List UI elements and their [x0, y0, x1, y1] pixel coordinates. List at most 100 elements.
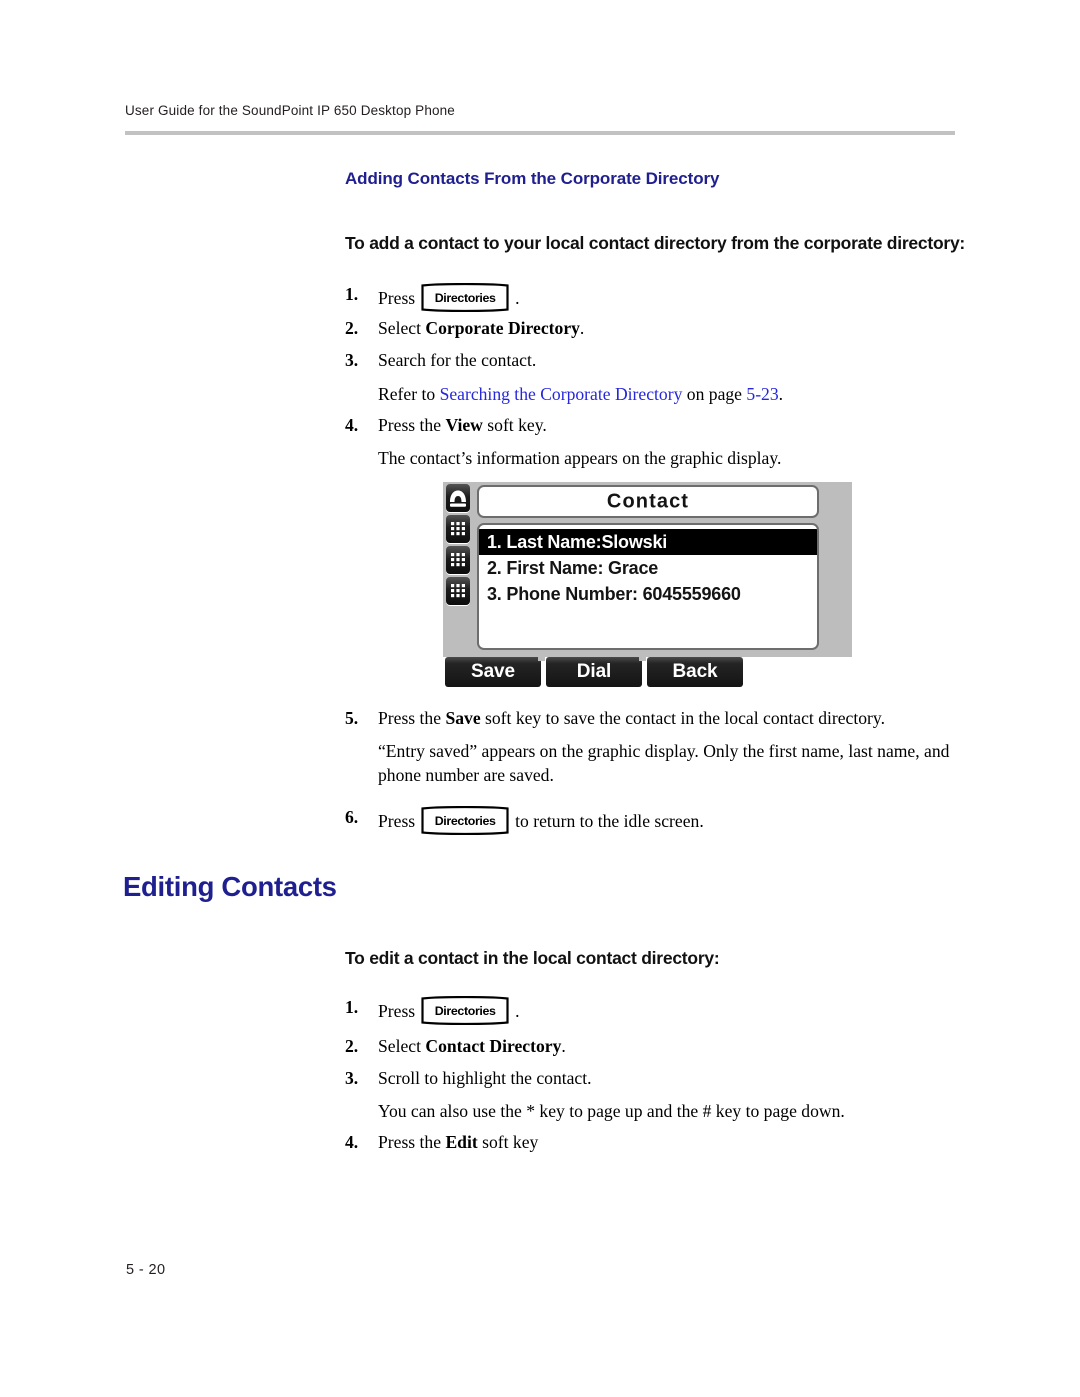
step-body: Press Directories . — [378, 996, 965, 1025]
step-item: 3. Scroll to highlight the contact. — [345, 1067, 965, 1090]
step-number: 3. — [345, 350, 359, 370]
step-number: 2. — [345, 1036, 359, 1056]
lcd-soft-key-row: Save Dial Back — [445, 654, 745, 687]
cross-reference-line: Refer to Searching the Corporate Directo… — [378, 382, 968, 406]
list-item[interactable]: 2. First Name: Grace — [479, 555, 817, 581]
directories-key-label: Directories — [434, 1003, 496, 1018]
page-number-footer: 5 - 20 — [126, 1262, 166, 1278]
step-text-prefix: Select — [378, 318, 426, 338]
step-number: 1. — [345, 284, 359, 304]
xref-page-number[interactable]: 5-23 — [746, 384, 778, 404]
step-note-after-5: “Entry saved” appears on the graphic dis… — [378, 741, 950, 786]
step-body: Press the View soft key. — [378, 414, 965, 437]
step-body: Select Corporate Directory. — [378, 317, 965, 340]
step-text-prefix: Press — [378, 288, 416, 308]
step-number: 4. — [345, 1132, 359, 1152]
soft-key-save[interactable]: Save — [445, 654, 545, 687]
step-text-prefix: Press — [378, 811, 416, 831]
step-body: Press the Save soft key to save the cont… — [378, 707, 965, 730]
soft-key-label: Dial — [576, 661, 612, 682]
keypad-grid-glyph-icon — [451, 522, 465, 536]
line-key-icon — [446, 515, 470, 543]
step-number: 6. — [345, 807, 359, 827]
lcd-contact-field-list: 1. Last Name:Slowski 2. First Name: Grac… — [477, 523, 819, 650]
step-note-after-4: The contact’s information appears on the… — [378, 448, 782, 468]
step-note-after-3: You can also use the * key to page up an… — [378, 1101, 845, 1121]
xref-mid-text: on page — [682, 384, 747, 404]
line-key-icon — [446, 546, 470, 574]
lcd-icon-strip — [445, 484, 471, 608]
running-header: User Guide for the SoundPoint IP 650 Des… — [125, 103, 955, 118]
running-header-title: User Guide for the SoundPoint IP 650 Des… — [125, 103, 455, 118]
step-text-prefix: Press the — [378, 415, 446, 435]
step-text-suffix: soft key — [477, 1132, 539, 1152]
step-number: 5. — [345, 708, 359, 728]
soft-key-back[interactable]: Back — [647, 657, 743, 687]
step-item: 4. Press the Edit soft key — [345, 1131, 965, 1154]
step-body: Scroll to highlight the contact. — [378, 1068, 592, 1088]
header-divider-rule — [125, 131, 955, 135]
list-item[interactable]: 3. Phone Number: 6045559660 — [479, 581, 817, 607]
directories-hard-key[interactable]: Directories — [420, 806, 510, 835]
xref-lead-text: Refer to — [378, 384, 440, 404]
step-emphasis: Save — [445, 708, 481, 728]
step-item: 2. Select Contact Directory. — [345, 1035, 965, 1058]
directories-hard-key[interactable]: Directories — [420, 996, 510, 1025]
handset-glyph-icon — [450, 490, 466, 507]
section-heading-adding-contacts: Adding Contacts From the Corporate Direc… — [345, 169, 720, 188]
step-body: Press Directories to return to the idle … — [378, 806, 965, 835]
step-number: 1. — [345, 997, 359, 1017]
keypad-grid-glyph-icon — [451, 584, 465, 598]
lcd-panel: Contact 1. Last Name:Slowski 2. First Na… — [443, 482, 852, 657]
step-number: 2. — [345, 318, 359, 338]
step-item: 4. Press the View soft key. — [345, 414, 965, 437]
step-text-suffix: . — [579, 318, 585, 338]
soft-key-tab-icon — [538, 654, 545, 661]
soft-key-label: Save — [471, 661, 515, 682]
step-emphasis: Edit — [445, 1132, 478, 1152]
step-item: 1. Press Directories . — [345, 996, 965, 1025]
soft-key-dial[interactable]: Dial — [546, 654, 646, 687]
step-emphasis: Contact Directory — [425, 1036, 562, 1056]
step-body: Press Directories . — [378, 283, 965, 312]
xref-link[interactable]: Searching the Corporate Directory — [440, 384, 683, 404]
step-emphasis: Corporate Directory — [425, 318, 580, 338]
xref-end-text: . — [778, 384, 784, 404]
step-text-suffix: soft key to save the contact in the loca… — [480, 708, 885, 728]
procedure-heading-add-contact: To add a contact to your local contact d… — [345, 233, 966, 253]
step-emphasis: View — [445, 415, 483, 435]
step-text-prefix: Press the — [378, 1132, 446, 1152]
step-item: 6. Press Directories to return to the id… — [345, 806, 965, 835]
step-text-suffix: . — [515, 1001, 520, 1021]
step-text-prefix: Press — [378, 1001, 416, 1021]
step-text-suffix: . — [515, 288, 520, 308]
step-number: 4. — [345, 415, 359, 435]
soft-key-tab-icon — [639, 654, 646, 661]
step-item: 5. Press the Save soft key to save the c… — [345, 707, 965, 730]
step-body: Search for the contact. — [378, 350, 537, 370]
step-item: 1. Press Directories . — [345, 283, 965, 312]
step-text-suffix: to return to the idle screen. — [515, 811, 704, 831]
line-key-icon — [446, 577, 470, 605]
directories-key-label: Directories — [434, 290, 496, 305]
step-text-prefix: Select — [378, 1036, 426, 1056]
step-body: Select Contact Directory. — [378, 1035, 965, 1058]
directories-key-label: Directories — [434, 813, 496, 828]
section-heading-editing-contacts: Editing Contacts — [123, 871, 337, 902]
lcd-title-bar: Contact — [477, 485, 819, 518]
step-text-prefix: Press the — [378, 708, 446, 728]
step-number: 3. — [345, 1068, 359, 1088]
step-item: 3. Search for the contact. — [345, 349, 965, 372]
step-text-suffix: . — [561, 1036, 566, 1056]
soft-key-label: Back — [672, 661, 718, 682]
procedure-heading-edit-contact: To edit a contact in the local contact d… — [345, 948, 720, 968]
step-body: Press the Edit soft key — [378, 1131, 965, 1154]
handset-icon — [446, 484, 470, 512]
directories-hard-key[interactable]: Directories — [420, 283, 510, 312]
lcd-title-text: Contact — [606, 490, 690, 512]
phone-display-screenshot: Contact 1. Last Name:Slowski 2. First Na… — [443, 482, 852, 687]
list-item[interactable]: 1. Last Name:Slowski — [479, 529, 817, 555]
step-item: 2. Select Corporate Directory. — [345, 317, 965, 340]
step-text-suffix: soft key. — [482, 415, 547, 435]
keypad-grid-glyph-icon — [451, 553, 465, 567]
